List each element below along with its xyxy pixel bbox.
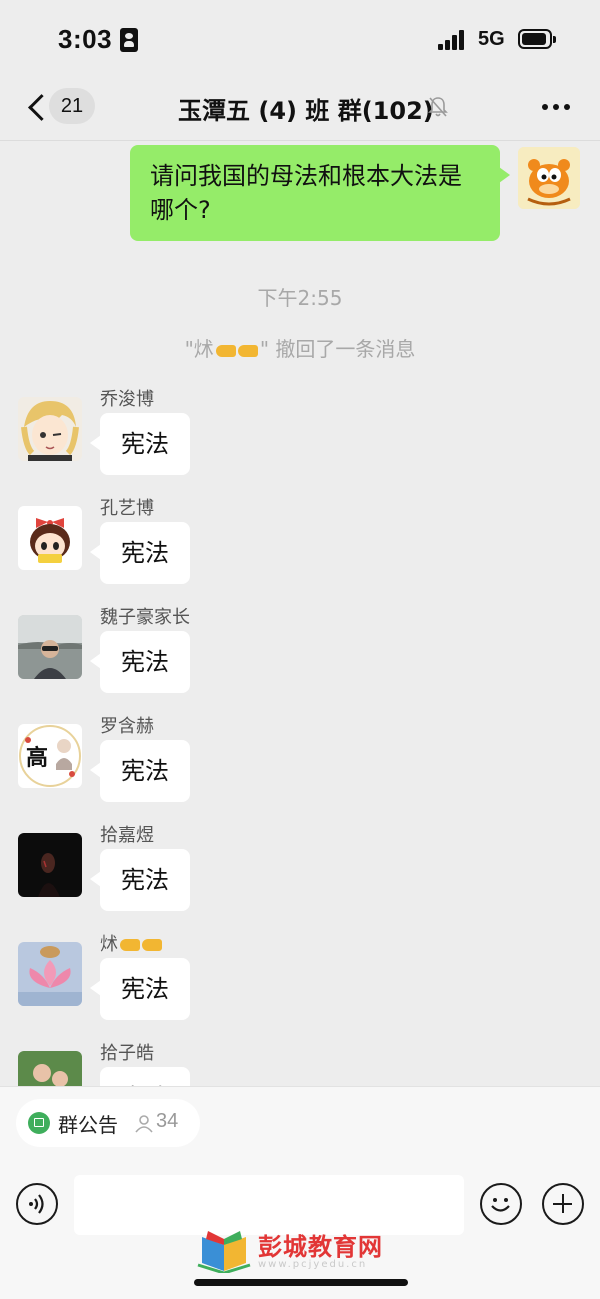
unread-badge[interactable]: 21 [49,88,95,124]
group-notice-label: 群公告 [58,1113,118,1137]
sender-name: 魏子豪家长 [100,607,190,628]
back-icon[interactable] [26,92,50,124]
avatar-photo-man[interactable] [18,615,82,679]
message-bubble[interactable]: 宪法 [90,740,190,802]
plus-button[interactable] [542,1183,584,1225]
smiley-icon [491,1198,510,1212]
avatar-dark-figure[interactable] [18,833,82,897]
pointing-hands-emoji [214,344,260,358]
message-list[interactable]: 请问我国的母法和根本大法是哪个? 下午2:55 "炢 " 撤回了一条消息 乔浚博… [0,141,600,1086]
message-bubble[interactable]: 宪法 [90,631,190,693]
sender-name: 拾子皓 [100,1043,154,1064]
self-message-text: 请问我国的母法和根本大法是哪个? [150,162,462,224]
self-avatar[interactable] [518,147,580,209]
more-options-icon[interactable] [540,102,572,112]
battery-icon [518,29,556,49]
message-row: 魏子豪家长 宪法 [18,607,578,711]
avatar-lotus[interactable] [18,942,82,1006]
sender-name: 炢 [100,930,164,956]
sender-name: 乔浚博 [100,389,154,410]
message-bubble[interactable]: 宪法 [90,413,190,475]
book-logo-icon [197,1231,251,1273]
status-time: 3:03 [58,24,113,54]
avatar-cartoon-girl[interactable] [18,506,82,570]
message-row: 高 罗含赫 宪法 [18,716,578,820]
bottom-input-area: 群公告 34 彭城教育网 www.pcjyedu.cn [0,1086,600,1299]
sender-name: 拾嘉煜 [100,825,154,846]
recall-suffix: " 撤回了一条消息 [259,337,416,361]
message-bubble[interactable]: 宪法 [90,849,190,911]
message-row: 孔艺博 宪法 [18,498,578,602]
mute-bell-icon [428,97,448,117]
chat-title: 玉潭五 (4) 班 群(102) [178,97,434,125]
announcement-icon [28,1112,50,1134]
watermark-url: www.pcjyedu.cn [258,1259,368,1270]
message-bubble[interactable]: 宪法 [100,1067,190,1086]
avatar-gao-calligraphy[interactable]: 高 [18,724,82,788]
self-message-bubble[interactable]: 请问我国的母法和根本大法是哪个? [130,145,510,241]
sender-name: 孔艺博 [100,498,154,519]
avatar-kids-photo[interactable] [18,1051,82,1086]
message-row: 拾嘉煜 宪法 [18,825,578,929]
voice-input-button[interactable] [16,1183,58,1225]
voice-icon [29,1194,44,1214]
avatar-gao-text: 高 [26,745,49,771]
watermark-logo: 彭城教育网 www.pcjyedu.cn [196,1219,436,1275]
message-row: 拾子皓 宪法 [18,1043,578,1086]
message-bubble[interactable]: 宪法 [90,958,190,1020]
group-notice-button[interactable]: 群公告 34 [16,1099,200,1147]
timestamp: 下午2:55 [257,286,343,310]
person-badge-icon [120,28,138,52]
message-row: 炢 宪法 [18,934,578,1038]
notice-read-count: 34 [156,1110,179,1132]
avatar-anime-boy[interactable] [18,397,82,461]
signal-icon [438,30,468,50]
person-icon [135,1115,153,1133]
message-row: 乔浚博 宪法 [18,389,578,493]
cat-avatar-icon [518,147,580,209]
sender-name: 罗含赫 [100,716,154,737]
chat-header: 21 玉潭五 (4) 班 群(102) [0,80,600,141]
emoji-button[interactable] [480,1183,522,1225]
recall-notice: "炢 " 撤回了一条消息 [0,333,600,362]
home-indicator[interactable] [194,1279,408,1286]
watermark-text: 彭城教育网 [258,1233,383,1261]
recall-prefix: "炢 [184,337,214,361]
status-bar: 3:03 5G [0,0,600,80]
network-type: 5G [478,28,505,50]
message-bubble[interactable]: 宪法 [90,522,190,584]
